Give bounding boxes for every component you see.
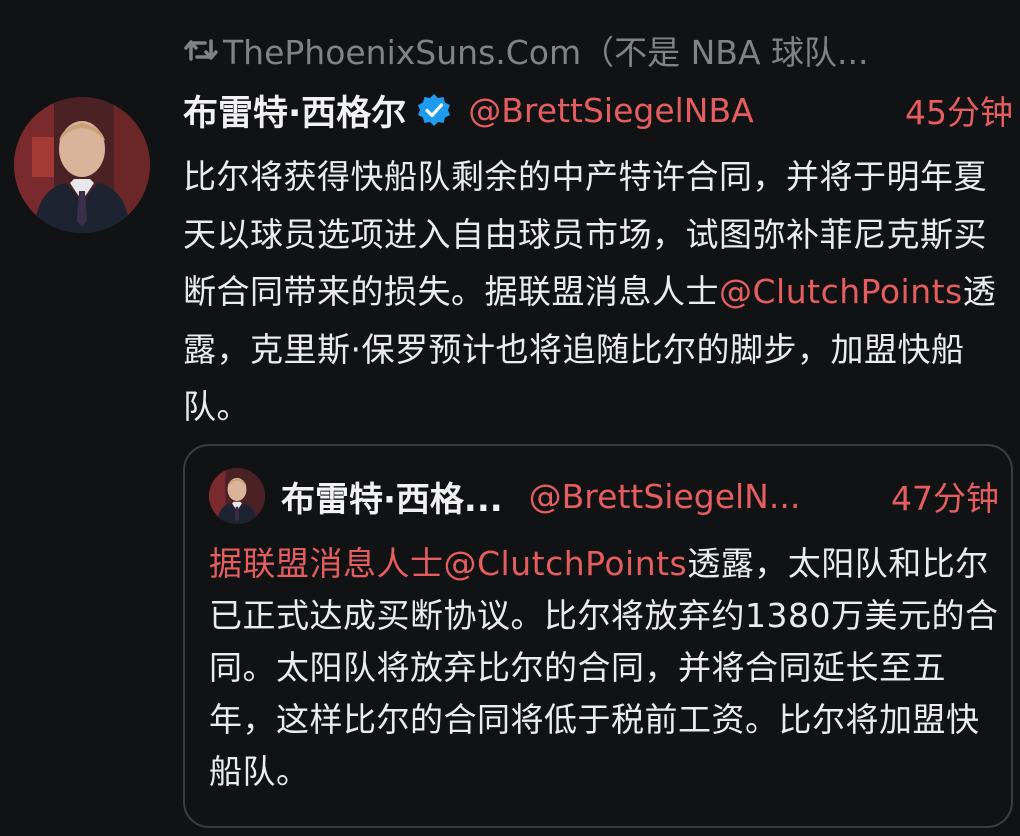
quoted-author-handle[interactable]: @BrettSiegelN... [529,477,801,516]
author-name[interactable]: 布雷特·西格尔 [183,85,406,136]
author-handle[interactable]: @BrettSiegelNBA [468,91,753,130]
quoted-tweet-card[interactable]: 布雷特·西格... @BrettSiegelN... 47分钟 据联盟消息人士@… [183,444,1013,828]
mention-link[interactable]: @ClutchPoints [719,272,963,311]
retweet-icon [183,33,219,67]
quoted-tweet-header: 布雷特·西格... @BrettSiegelN... 47分钟 [209,466,999,526]
quoted-tweet-timestamp[interactable]: 47分钟 [891,472,999,520]
retweeter-name[interactable]: ThePhoenixSuns.Com（不是 NBA 球队... [223,26,868,74]
verified-badge-icon [416,92,452,128]
tweet-text: 比尔将获得快船队剩余的中产特许合同，并将于明年夏天以球员选项进入自由球员市场，试… [183,148,1005,436]
quoted-mention-link[interactable]: 据联盟消息人士@ClutchPoints [209,544,687,583]
quoted-author-name[interactable]: 布雷特·西格... [281,472,503,521]
tweet-header: 布雷特·西格尔 @BrettSiegelNBA 45分钟 [183,84,1013,136]
retweet-header[interactable]: ThePhoenixSuns.Com（不是 NBA 球队... [183,26,868,74]
tweet-timestamp[interactable]: 45分钟 [905,86,1013,134]
quoted-tweet-text: 据联盟消息人士@ClutchPoints透露，太阳队和比尔已正式达成买断协议。比… [209,538,999,798]
quoted-author-avatar[interactable] [209,468,265,524]
author-avatar[interactable] [14,97,150,233]
